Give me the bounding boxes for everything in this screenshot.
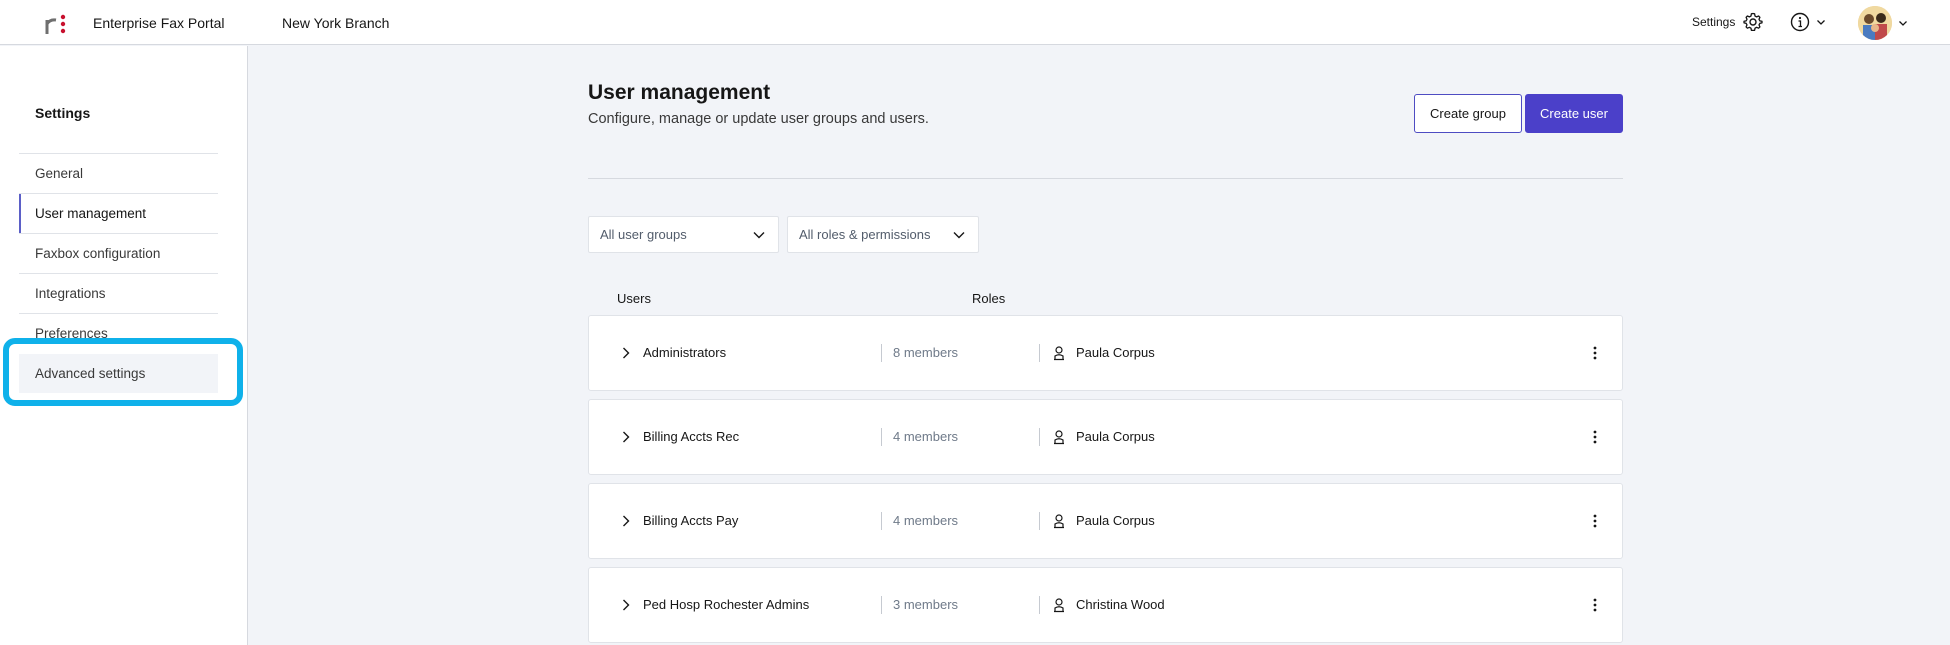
group-name: Billing Accts Rec [643, 429, 740, 444]
role-owner: Paula Corpus [1076, 345, 1155, 360]
role-owner: Paula Corpus [1076, 429, 1155, 444]
user-menu-button[interactable] [1858, 6, 1908, 40]
sidebar-item-integrations[interactable]: Integrations [19, 273, 218, 313]
table-row[interactable]: Ped Hosp Rochester Admins 3 members Chri… [588, 567, 1623, 643]
sidebar-item-label: Faxbox configuration [35, 246, 161, 261]
group-name: Administrators [643, 345, 727, 360]
settings-label: Settings [1692, 15, 1736, 29]
member-count: 3 members [893, 597, 959, 612]
overflow-menu-icon[interactable] [1585, 511, 1605, 531]
member-count: 8 members [893, 345, 959, 360]
roles-filter[interactable]: All roles & permissions [787, 216, 979, 253]
sidebar-item-label: Preferences [35, 326, 108, 341]
chevron-right-icon[interactable] [619, 430, 633, 444]
app-title[interactable]: Enterprise Fax Portal [93, 15, 225, 31]
sidebar-item-preferences[interactable]: Preferences [19, 313, 218, 353]
sidebar-item-label: General [35, 166, 84, 181]
column-header-users: Users [617, 291, 651, 306]
divider [1039, 596, 1040, 614]
user-groups-filter[interactable]: All user groups [588, 216, 779, 253]
divider [881, 344, 882, 362]
settings-link[interactable]: Settings [1692, 11, 1764, 33]
chevron-down-icon [953, 231, 965, 238]
group-name: Ped Hosp Rochester Admins [643, 597, 810, 612]
page-title: User management [588, 81, 771, 104]
gear-icon [1743, 12, 1764, 32]
role-badge-icon [1054, 598, 1064, 613]
chevron-down-icon [1817, 20, 1825, 25]
column-header-roles: Roles [972, 291, 1006, 306]
group-name: Billing Accts Pay [643, 513, 739, 528]
sidebar-item-user-management[interactable]: User management [19, 193, 218, 233]
roles-filter-value: All roles & permissions [799, 227, 931, 242]
role-owner: Christina Wood [1076, 597, 1165, 612]
table-row[interactable]: Billing Accts Pay 4 members Paula Corpus [588, 483, 1623, 559]
divider [1039, 512, 1040, 530]
divider [881, 428, 882, 446]
role-badge-icon [1054, 514, 1064, 529]
create-user-button[interactable]: Create user [1525, 94, 1623, 133]
chevron-right-icon[interactable] [619, 346, 633, 360]
create-group-button[interactable]: Create group [1414, 94, 1522, 133]
sidebar-item-label: Advanced settings [35, 366, 146, 381]
sidebar-item-label: Integrations [35, 286, 106, 301]
avatar-icon [1858, 6, 1892, 40]
user-groups-filter-value: All user groups [600, 227, 687, 242]
avatar [1858, 6, 1892, 40]
top-bar: Enterprise Fax Portal New York Branch Se… [0, 0, 1950, 45]
sidebar-item-label: User management [35, 206, 147, 221]
branch-name[interactable]: New York Branch [282, 15, 389, 31]
role-owner: Paula Corpus [1076, 513, 1155, 528]
overflow-menu-icon[interactable] [1585, 343, 1605, 363]
overflow-menu-icon[interactable] [1585, 427, 1605, 447]
page-subtitle: Configure, manage or update user groups … [588, 111, 929, 127]
divider [881, 512, 882, 530]
sidebar: Settings General User management Faxbox … [0, 46, 248, 645]
divider [1039, 428, 1040, 446]
member-count: 4 members [893, 429, 959, 444]
chevron-right-icon[interactable] [619, 514, 633, 528]
member-count: 4 members [893, 513, 959, 528]
role-badge-icon [1054, 430, 1064, 445]
sidebar-title: Settings [35, 105, 91, 121]
table-row[interactable]: Billing Accts Rec 4 members Paula Corpus [588, 399, 1623, 475]
sidebar-item-faxbox-configuration[interactable]: Faxbox configuration [19, 233, 218, 273]
divider [588, 178, 1623, 179]
chevron-right-icon[interactable] [619, 598, 633, 612]
overflow-menu-icon[interactable] [1585, 595, 1605, 615]
help-menu-button[interactable] [1790, 11, 1826, 33]
divider [881, 596, 882, 614]
role-badge-icon [1054, 346, 1064, 361]
chevron-down-icon [1899, 21, 1907, 26]
info-icon [1790, 12, 1810, 32]
sidebar-nav: General User management Faxbox configura… [19, 153, 218, 393]
r-logo-icon[interactable] [44, 12, 68, 36]
sidebar-item-advanced-settings[interactable]: Advanced settings [19, 353, 218, 393]
chevron-down-icon [753, 231, 765, 238]
sidebar-item-general[interactable]: General [19, 153, 218, 193]
divider [1039, 344, 1040, 362]
table-row[interactable]: Administrators 8 members Paula Corpus [588, 315, 1623, 391]
